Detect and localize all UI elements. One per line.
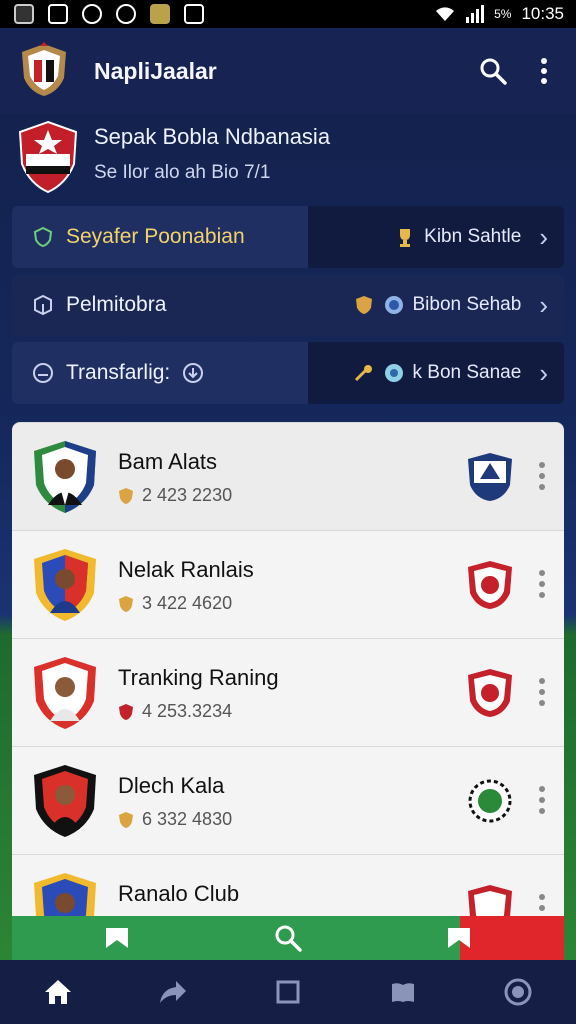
bottom-nav: [0, 960, 576, 1024]
nav-square[interactable]: [268, 972, 308, 1012]
player-card[interactable]: Nelak Ranlais 3 422 4620: [12, 530, 564, 639]
bookmark-left-icon[interactable]: [104, 926, 130, 950]
club-badge-icon: [468, 453, 512, 501]
chevron-right-icon: ›: [539, 221, 548, 252]
menu-row-left[interactable]: Pelmitobra: [12, 274, 308, 336]
player-score-value: 6 332 4830: [142, 809, 233, 829]
chevron-right-icon: ›: [539, 357, 548, 388]
circle-icon: [504, 978, 532, 1006]
league-title: Sepak Bobla Ndbanasia: [94, 124, 331, 149]
player-score: 6 332 4830: [118, 809, 232, 830]
clock: 10:35: [521, 4, 564, 23]
nav-home[interactable]: [38, 972, 78, 1012]
menu-row-right[interactable]: Bibon Sehab ›: [308, 274, 564, 336]
league-crest-icon: [18, 120, 78, 194]
club-badge-icon: [468, 669, 512, 717]
water-drop-icon: [82, 4, 102, 24]
lock-icon: [184, 4, 204, 24]
league-header: Sepak Bobla Ndbanasia Se Ilor alo ah Bio…: [0, 114, 576, 204]
player-card[interactable]: Bam Alats 2 423 2230: [12, 422, 564, 531]
transfer-icon: [33, 363, 53, 383]
action-bar-red-segment: [460, 916, 564, 960]
home-icon: [44, 980, 71, 1004]
player-card[interactable]: Tranking Raning 4 253.3234: [12, 638, 564, 747]
search-icon[interactable]: [274, 924, 302, 952]
shield-icon: [119, 703, 133, 720]
player-score: 4 253.3234: [118, 701, 232, 722]
chevron-right-icon: ›: [539, 289, 548, 320]
more-vert-icon[interactable]: [538, 785, 546, 815]
more-vert-icon[interactable]: [538, 461, 546, 491]
menu-row-left[interactable]: Transfarlig:: [12, 342, 308, 404]
shield-icon: [119, 595, 133, 612]
whistle-icon: [354, 365, 372, 382]
gallery-icon: [14, 4, 34, 24]
menu-right-label: k Bon Sanae: [412, 362, 522, 383]
menu-right-label: Kibn Sahtle: [424, 226, 522, 247]
player-score-value: 4 253.3234: [142, 701, 233, 721]
player-name: Dlech Kala: [118, 773, 225, 798]
ball-icon: [384, 364, 403, 382]
app-bar: NapliJaalar: [0, 28, 576, 114]
menu-row-matches[interactable]: Pelmitobra Bibon Sehab ›: [12, 274, 564, 336]
player-avatar: [34, 441, 96, 513]
app-title: NapliJaalar: [94, 58, 217, 84]
app-logo-icon: [22, 42, 66, 96]
download-icon: [183, 363, 204, 383]
nav-library[interactable]: [383, 972, 423, 1012]
menu-label: Seyafer Poonabian: [66, 225, 245, 248]
signal-icon: [466, 5, 485, 23]
system-icons: 5% 10:35: [434, 4, 564, 24]
player-avatar: [34, 765, 96, 837]
player-score-value: 3 422 4620: [142, 593, 233, 613]
player-avatar: [34, 657, 96, 729]
nav-profile[interactable]: [498, 972, 538, 1012]
shield-icon: [119, 487, 133, 504]
more-vert-icon[interactable]: [534, 56, 554, 86]
action-bar: [12, 916, 564, 960]
league-subtitle: Se Ilor alo ah Bio 7/1: [94, 162, 271, 183]
status-bar: 5% 10:35: [0, 0, 576, 28]
menu-row-right[interactable]: k Bon Sanae ›: [308, 342, 564, 404]
player-name: Nelak Ranlais: [118, 557, 254, 582]
more-vert-icon[interactable]: [538, 569, 546, 599]
more-vert-icon[interactable]: [538, 677, 546, 707]
player-name: Tranking Raning: [118, 665, 279, 690]
trophy-icon: [400, 229, 411, 247]
share-icon: [159, 981, 186, 1003]
wifi-icon: [436, 7, 455, 22]
badge-icon: [150, 4, 170, 24]
menu-row-left[interactable]: Seyafer Poonabian: [12, 206, 308, 268]
nav-share[interactable]: [153, 972, 193, 1012]
settings-icon: [116, 4, 136, 24]
player-name: Bam Alats: [118, 449, 218, 474]
book-icon: [392, 983, 415, 1002]
shield-outline-icon: [33, 226, 53, 248]
club-badge-icon: [468, 779, 512, 823]
club-crest-icon: [355, 296, 372, 314]
menu-row-transfers[interactable]: Transfarlig: k Bon Sanae ›: [12, 342, 564, 404]
player-score: 2 423 2230: [118, 485, 232, 506]
search-icon[interactable]: [478, 56, 508, 86]
battery-text: 5%: [494, 7, 512, 21]
player-card[interactable]: Dlech Kala 6 332 4830: [12, 746, 564, 855]
notification-icons: [14, 4, 204, 24]
cube-icon: [34, 294, 52, 316]
image-icon: [48, 4, 68, 24]
menu-row-right[interactable]: Kibn Sahtle ›: [308, 206, 564, 268]
club-badge-icon: [468, 561, 512, 609]
globe-icon: [384, 296, 403, 314]
menu-label: Pelmitobra: [66, 293, 167, 316]
menu-label: Transfarlig:: [66, 361, 171, 384]
square-icon: [276, 980, 300, 1004]
menu-row-standings[interactable]: Seyafer Poonabian Kibn Sahtle ›: [12, 206, 564, 268]
player-avatar: [34, 549, 96, 621]
player-name: Ranalo Club: [118, 881, 240, 906]
bookmark-right-icon[interactable]: [446, 926, 472, 950]
player-score-value: 2 423 2230: [142, 485, 233, 505]
shield-icon: [119, 811, 133, 828]
player-score: 3 422 4620: [118, 593, 232, 614]
menu-right-label: Bibon Sehab: [412, 294, 522, 315]
